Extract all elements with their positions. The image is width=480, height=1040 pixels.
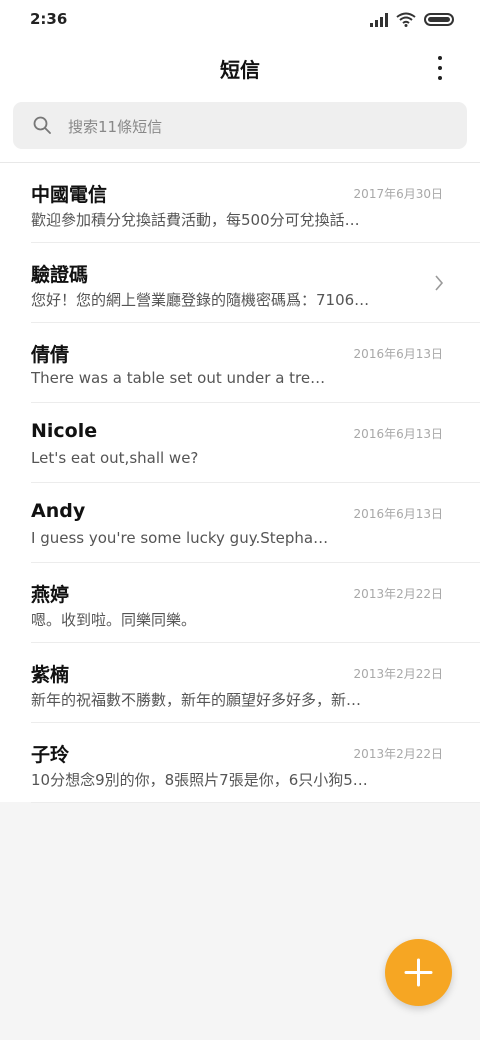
contact-name: 中國電信 (31, 184, 108, 206)
signal-icon (370, 12, 388, 27)
contact-name: 燕婷 (31, 584, 70, 606)
message-date: 2016年6月13日 (353, 427, 443, 441)
message-preview: 新年的祝福數不勝數，新年的願望好多好多，新… (31, 691, 362, 709)
status-icons (370, 12, 454, 27)
contact-name: Nicole (31, 420, 98, 442)
conversation-item[interactable]: 中國電信 2017年6月30日 歡迎參加積分兌換話費活動，每500分可兌換話… (0, 163, 480, 243)
battery-icon (424, 13, 454, 26)
message-preview: Let's eat out,shall we? (31, 449, 199, 467)
message-date: 2017年6月30日 (353, 187, 443, 201)
conversation-item[interactable]: 子玲 2013年2月22日 10分想念9別的你，8張照片7張是你，6只小狗5… (0, 723, 480, 803)
app-surface: 2:36 短信 搜索11條短信 中國電信 2017年6月30日 歡迎參加積分兌換… (0, 0, 480, 803)
contact-name: Andy (31, 500, 86, 522)
conversation-item[interactable]: Nicole 2016年6月13日 Let's eat out,shall we… (0, 403, 480, 483)
wifi-icon (396, 12, 416, 27)
chevron-right-icon (435, 275, 444, 291)
message-preview: There was a table set out under a tre… (31, 369, 326, 387)
conversation-item[interactable]: 驗證碼 您好！您的網上營業廳登錄的隨機密碼爲：7106… (0, 243, 480, 323)
message-preview: 您好！您的網上營業廳登錄的隨機密碼爲：7106… (31, 291, 370, 309)
plus-icon (404, 958, 433, 987)
search-input-placeholder: 搜索11條短信 (68, 118, 163, 136)
contact-name: 紫楠 (31, 664, 70, 686)
message-date: 2016年6月13日 (353, 347, 443, 361)
app-bar: 短信 (0, 40, 480, 96)
conversation-item[interactable]: Andy 2016年6月13日 I guess you're some luck… (0, 483, 480, 563)
message-date: 2016年6月13日 (353, 507, 443, 521)
message-date: 2013年2月22日 (353, 667, 443, 681)
search-icon (33, 116, 51, 134)
conversation-item[interactable]: 燕婷 2013年2月22日 嗯。收到啦。同樂同樂。 (0, 563, 480, 643)
status-time: 2:36 (30, 10, 68, 28)
message-preview: 歡迎參加積分兌換話費活動，每500分可兌換話… (31, 211, 360, 229)
contact-name: 驗證碼 (31, 264, 89, 286)
contact-name: 倩倩 (31, 344, 70, 366)
search-bar[interactable]: 搜索11條短信 (13, 102, 467, 149)
more-vert-icon[interactable] (426, 56, 454, 80)
contact-name: 子玲 (31, 744, 70, 766)
conversation-list: 中國電信 2017年6月30日 歡迎參加積分兌換話費活動，每500分可兌換話… … (0, 163, 480, 803)
row-divider (31, 802, 480, 803)
message-date: 2013年2月22日 (353, 747, 443, 761)
page-title: 短信 (220, 58, 260, 82)
message-preview: I guess you're some lucky guy.Stepha… (31, 529, 329, 547)
message-date: 2013年2月22日 (353, 587, 443, 601)
message-preview: 10分想念9別的你，8張照片7張是你，6只小狗5… (31, 771, 368, 789)
conversation-item[interactable]: 紫楠 2013年2月22日 新年的祝福數不勝數，新年的願望好多好多，新… (0, 643, 480, 723)
conversation-item[interactable]: 倩倩 2016年6月13日 There was a table set out … (0, 323, 480, 403)
new-message-button[interactable] (385, 939, 452, 1006)
status-bar: 2:36 (0, 0, 480, 40)
message-preview: 嗯。收到啦。同樂同樂。 (31, 611, 197, 629)
